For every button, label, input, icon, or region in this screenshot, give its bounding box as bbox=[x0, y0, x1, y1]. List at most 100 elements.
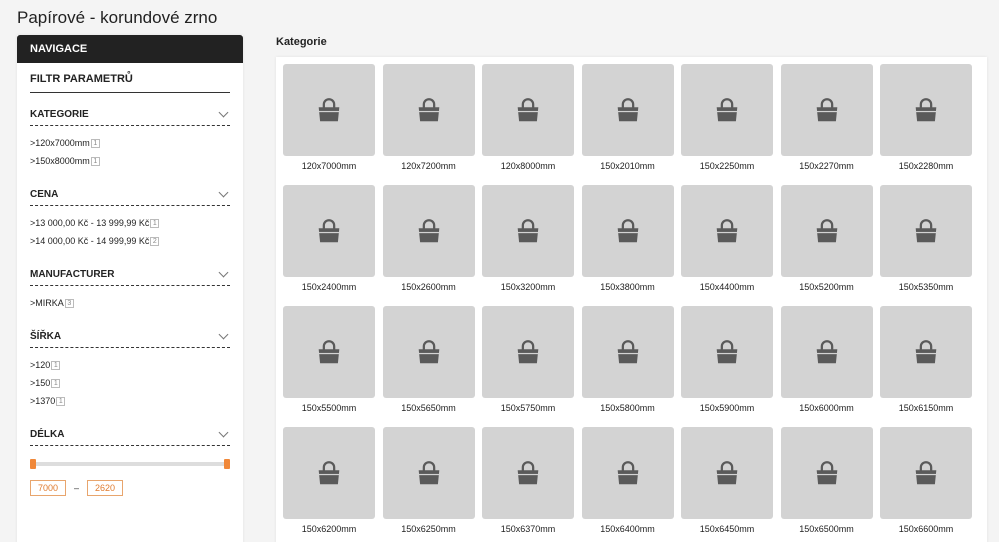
category-label[interactable]: 120x8000mm bbox=[501, 161, 556, 171]
chevron-down-icon[interactable] bbox=[218, 329, 229, 340]
category-thumbnail[interactable] bbox=[880, 64, 972, 156]
category-label[interactable]: 150x2400mm bbox=[302, 282, 357, 292]
category-tile[interactable]: 150x6000mm bbox=[780, 306, 873, 419]
filter-option[interactable]: >14 000,00 Kč - 14 999,99 Kč 2 bbox=[30, 232, 230, 250]
category-tile[interactable]: 150x4400mm bbox=[681, 185, 773, 298]
category-label[interactable]: 150x6250mm bbox=[401, 524, 456, 534]
category-label[interactable]: 150x3800mm bbox=[600, 282, 655, 292]
category-tile[interactable]: 150x6200mm bbox=[283, 427, 375, 540]
category-tile[interactable]: 150x5900mm bbox=[681, 306, 773, 419]
filter-option-label[interactable]: >13 000,00 Kč - 13 999,99 Kč bbox=[30, 218, 149, 228]
category-thumbnail[interactable] bbox=[482, 64, 574, 156]
category-label[interactable]: 150x5350mm bbox=[899, 282, 954, 292]
category-tile[interactable]: 150x6400mm bbox=[581, 427, 674, 540]
category-label[interactable]: 150x4400mm bbox=[700, 282, 755, 292]
category-label[interactable]: 150x2270mm bbox=[799, 161, 854, 171]
category-tile[interactable]: 150x2250mm bbox=[681, 64, 773, 177]
filter-option[interactable]: >120 1 bbox=[30, 356, 230, 374]
category-tile[interactable]: 150x6150mm bbox=[880, 306, 972, 419]
category-label[interactable]: 150x5900mm bbox=[700, 403, 755, 413]
category-tile[interactable]: 150x2010mm bbox=[581, 64, 674, 177]
category-thumbnail[interactable] bbox=[283, 306, 375, 398]
category-tile[interactable]: 150x6500mm bbox=[780, 427, 873, 540]
category-tile[interactable]: 150x5500mm bbox=[283, 306, 375, 419]
category-label[interactable]: 150x5800mm bbox=[600, 403, 655, 413]
category-thumbnail[interactable] bbox=[681, 427, 773, 519]
category-label[interactable]: 120x7000mm bbox=[302, 161, 357, 171]
filter-group-header[interactable]: MANUFACTURER bbox=[30, 264, 230, 286]
category-thumbnail[interactable] bbox=[581, 64, 674, 156]
chevron-down-icon[interactable] bbox=[218, 427, 229, 438]
length-range-slider[interactable] bbox=[30, 454, 230, 474]
category-thumbnail[interactable] bbox=[681, 306, 773, 398]
filter-option[interactable]: >120x7000mm 1 bbox=[30, 134, 230, 152]
category-thumbnail[interactable] bbox=[482, 427, 574, 519]
slider-track[interactable] bbox=[33, 462, 227, 466]
filter-group-header[interactable]: CENA bbox=[30, 184, 230, 206]
category-tile[interactable]: 150x5200mm bbox=[780, 185, 873, 298]
category-label[interactable]: 150x6200mm bbox=[302, 524, 357, 534]
slider-handle-max[interactable] bbox=[224, 459, 230, 469]
category-thumbnail[interactable] bbox=[382, 64, 475, 156]
category-tile[interactable]: 150x2270mm bbox=[780, 64, 873, 177]
category-thumbnail[interactable] bbox=[382, 427, 475, 519]
filter-option-label[interactable]: >120x7000mm bbox=[30, 138, 90, 148]
filter-group-header[interactable]: ŠÍŘKA bbox=[30, 326, 230, 348]
category-tile[interactable]: 150x2600mm bbox=[382, 185, 475, 298]
filter-group-header[interactable]: KATEGORIE bbox=[30, 104, 230, 126]
chevron-down-icon[interactable] bbox=[218, 107, 229, 118]
filter-option-label[interactable]: >14 000,00 Kč - 14 999,99 Kč bbox=[30, 236, 149, 246]
filter-option-label[interactable]: >120 bbox=[30, 360, 50, 370]
chevron-down-icon[interactable] bbox=[218, 267, 229, 278]
category-tile[interactable]: 150x6370mm bbox=[482, 427, 574, 540]
category-label[interactable]: 150x6150mm bbox=[899, 403, 954, 413]
filter-option[interactable]: >13 000,00 Kč - 13 999,99 Kč 1 bbox=[30, 214, 230, 232]
filter-option-label[interactable]: >150 bbox=[30, 378, 50, 388]
category-label[interactable]: 150x6000mm bbox=[799, 403, 854, 413]
chevron-down-icon[interactable] bbox=[218, 187, 229, 198]
category-tile[interactable]: 150x6600mm bbox=[880, 427, 972, 540]
category-label[interactable]: 150x6500mm bbox=[799, 524, 854, 534]
category-thumbnail[interactable] bbox=[482, 306, 574, 398]
category-label[interactable]: 150x2250mm bbox=[700, 161, 755, 171]
length-max-input[interactable]: 2620 bbox=[87, 480, 124, 496]
category-thumbnail[interactable] bbox=[780, 185, 873, 277]
category-thumbnail[interactable] bbox=[681, 185, 773, 277]
category-thumbnail[interactable] bbox=[880, 427, 972, 519]
category-thumbnail[interactable] bbox=[283, 427, 375, 519]
filter-group-header[interactable]: DÉLKA bbox=[30, 424, 230, 446]
filter-option-label[interactable]: >1370 bbox=[30, 396, 55, 406]
category-tile[interactable]: 150x3800mm bbox=[581, 185, 674, 298]
filter-option-label[interactable]: >MIRKA bbox=[30, 298, 64, 308]
category-label[interactable]: 120x7200mm bbox=[401, 161, 456, 171]
category-label[interactable]: 150x5200mm bbox=[799, 282, 854, 292]
category-label[interactable]: 150x2600mm bbox=[401, 282, 456, 292]
category-tile[interactable]: 150x5750mm bbox=[482, 306, 574, 419]
category-tile[interactable]: 150x3200mm bbox=[482, 185, 574, 298]
filter-option[interactable]: >MIRKA 3 bbox=[30, 294, 230, 312]
navigation-header[interactable]: NAVIGACE bbox=[17, 35, 243, 63]
category-label[interactable]: 150x5750mm bbox=[501, 403, 556, 413]
category-tile[interactable]: 120x7000mm bbox=[283, 64, 375, 177]
category-tile[interactable]: 150x5800mm bbox=[581, 306, 674, 419]
category-label[interactable]: 150x5650mm bbox=[401, 403, 456, 413]
category-thumbnail[interactable] bbox=[780, 64, 873, 156]
category-label[interactable]: 150x2280mm bbox=[899, 161, 954, 171]
category-tile[interactable]: 150x2280mm bbox=[880, 64, 972, 177]
category-label[interactable]: 150x6600mm bbox=[899, 524, 954, 534]
category-tile[interactable]: 150x6250mm bbox=[382, 427, 475, 540]
slider-handle-min[interactable] bbox=[30, 459, 36, 469]
category-tile[interactable]: 150x5350mm bbox=[880, 185, 972, 298]
filter-option-label[interactable]: >150x8000mm bbox=[30, 156, 90, 166]
category-thumbnail[interactable] bbox=[581, 306, 674, 398]
category-tile[interactable]: 150x5650mm bbox=[382, 306, 475, 419]
category-thumbnail[interactable] bbox=[382, 306, 475, 398]
filter-option[interactable]: >150 1 bbox=[30, 374, 230, 392]
category-thumbnail[interactable] bbox=[283, 185, 375, 277]
category-label[interactable]: 150x6370mm bbox=[501, 524, 556, 534]
category-label[interactable]: 150x6400mm bbox=[600, 524, 655, 534]
filter-option[interactable]: >150x8000mm 1 bbox=[30, 152, 230, 170]
category-label[interactable]: 150x5500mm bbox=[302, 403, 357, 413]
category-label[interactable]: 150x6450mm bbox=[700, 524, 755, 534]
category-thumbnail[interactable] bbox=[482, 185, 574, 277]
